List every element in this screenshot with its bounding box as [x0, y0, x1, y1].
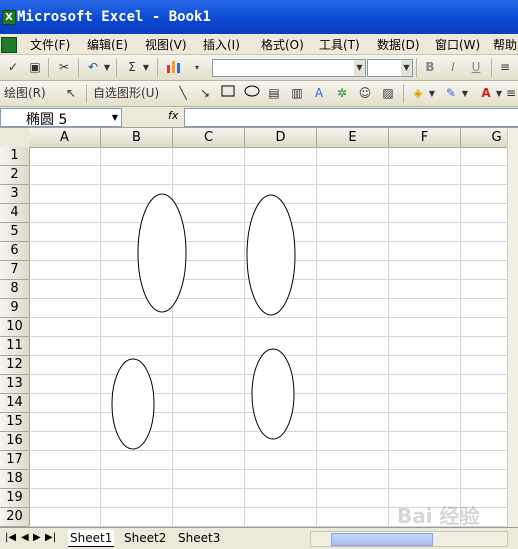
- oval-shape[interactable]: [251, 348, 295, 440]
- drawing-layer: [111, 193, 296, 450]
- line-color-icon[interactable]: ✎: [443, 85, 459, 102]
- last-sheet-icon[interactable]: ▶|: [45, 532, 56, 543]
- chevron-down-icon[interactable]: ▼: [401, 60, 412, 76]
- chevron-down-icon[interactable]: ▼: [112, 113, 118, 122]
- first-sheet-icon[interactable]: |◀: [5, 532, 16, 543]
- menu-edit[interactable]: 编辑(E): [87, 36, 128, 53]
- formula-input[interactable]: [184, 108, 518, 127]
- underline-button[interactable]: U: [468, 59, 484, 76]
- standard-toolbar: ✓ ▣ ✂ ↶ ▼ Σ ▼ ▾ ▼ ▼ B I U ≡: [0, 55, 518, 81]
- picture-icon[interactable]: ▨: [380, 85, 396, 102]
- diagram-icon[interactable]: ✲: [334, 85, 350, 102]
- autoshapes-label: 自选图形(U): [93, 86, 160, 100]
- wordart-icon[interactable]: A: [311, 85, 327, 102]
- font-color-icon[interactable]: A: [478, 85, 494, 102]
- clipart-icon[interactable]: ☺: [357, 85, 373, 102]
- title-bar: X Microsoft Excel - Book1: [0, 0, 518, 34]
- toolbar-options-icon[interactable]: ▾: [192, 59, 202, 76]
- toolbar-separator: [403, 84, 404, 103]
- prev-sheet-icon[interactable]: ◀: [21, 532, 29, 543]
- name-box-value: 椭圆 5: [26, 112, 68, 128]
- sheet-tab-sheet1[interactable]: Sheet1: [68, 530, 115, 547]
- toolbar-separator: [157, 58, 158, 77]
- insert-function-icon[interactable]: fx: [168, 109, 178, 122]
- menu-bar: 文件(F) 编辑(E) 视图(V) 插入(I) 格式(O) 工具(T) 数据(D…: [0, 34, 518, 55]
- line-tool-icon[interactable]: ╲: [176, 85, 190, 102]
- autoshapes-menu-button[interactable]: 自选图形(U) ▾: [93, 85, 168, 117]
- draw-menu-label: 绘图(R): [4, 86, 46, 100]
- arrow-tool-icon[interactable]: ↘: [198, 85, 212, 102]
- menu-view[interactable]: 视图(V): [145, 36, 187, 53]
- oval-tool-icon[interactable]: [243, 85, 261, 102]
- cut-icon[interactable]: ✂: [55, 59, 73, 76]
- undo-icon[interactable]: ↶: [84, 59, 102, 76]
- autosum-dropdown-icon[interactable]: ▼: [142, 59, 150, 76]
- menu-window[interactable]: 窗口(W): [435, 36, 480, 53]
- font-color-dropdown-icon[interactable]: ▼: [495, 85, 503, 102]
- excel-app-icon[interactable]: X: [2, 10, 16, 25]
- menu-data[interactable]: 数据(D): [377, 36, 420, 53]
- fill-color-icon[interactable]: ◈: [410, 85, 426, 102]
- menu-file[interactable]: 文件(F): [30, 36, 70, 53]
- chevron-down-icon[interactable]: ▼: [354, 60, 365, 76]
- font-size-select[interactable]: ▼: [367, 59, 413, 77]
- scrollbar-thumb[interactable]: [331, 533, 433, 546]
- menu-insert[interactable]: 插入(I): [203, 36, 240, 53]
- menu-help[interactable]: 帮助: [493, 36, 517, 53]
- undo-dropdown-icon[interactable]: ▼: [103, 59, 111, 76]
- toolbar-separator: [48, 58, 49, 77]
- menu-format[interactable]: 格式(O): [261, 36, 304, 53]
- window-title: Microsoft Excel - Book1: [17, 9, 211, 25]
- horizontal-scrollbar[interactable]: [310, 531, 508, 547]
- toolbar-separator: [491, 58, 492, 77]
- toolbar-separator: [116, 58, 117, 77]
- toolbar-separator: [416, 58, 417, 77]
- bold-button[interactable]: B: [422, 59, 438, 76]
- name-box[interactable]: 椭圆 5 ▼: [0, 108, 122, 128]
- sheet-tab-sheet3[interactable]: Sheet3: [178, 530, 220, 546]
- formula-bar: 椭圆 5 ▼ fx: [0, 107, 518, 128]
- research-icon[interactable]: ▣: [26, 59, 44, 76]
- menu-tools[interactable]: 工具(T): [319, 36, 360, 53]
- autosum-icon[interactable]: Σ: [124, 59, 140, 76]
- sheet-tab-bar: |◀ ◀ ▶ ▶| Sheet1 Sheet2 Sheet3: [0, 527, 518, 549]
- align-left-icon[interactable]: ≡: [497, 59, 513, 76]
- toolbar-separator: [86, 84, 87, 103]
- select-objects-icon[interactable]: ↖: [64, 85, 78, 102]
- rectangle-tool-icon[interactable]: [220, 85, 236, 102]
- oval-shape[interactable]: [111, 358, 155, 450]
- drawing-toolbar: 绘图(R) ▾ ↖ 自选图形(U) ▾ ╲ ↘ ▤ ▥ A ✲ ☺ ▨ ◈ ▼ …: [0, 81, 518, 117]
- textbox-tool-icon[interactable]: ▤: [266, 85, 282, 102]
- watermark-text: Bai 经验: [397, 504, 480, 528]
- sheet-tab-sheet2[interactable]: Sheet2: [124, 530, 166, 546]
- vertical-scrollbar[interactable]: [507, 128, 518, 527]
- spelling-icon[interactable]: ✓: [4, 59, 22, 76]
- next-sheet-icon[interactable]: ▶: [33, 532, 41, 543]
- italic-button[interactable]: I: [445, 59, 461, 76]
- font-name-select[interactable]: ▼: [212, 59, 366, 77]
- fill-color-dropdown-icon[interactable]: ▼: [428, 85, 436, 102]
- draw-menu-button[interactable]: 绘图(R) ▾: [4, 85, 54, 117]
- worksheet-grid[interactable]: ABCDEFG 1 2 3 4 5 6 7 8 9 10 11 12 13 14 15 16 17 18 19 20: [0, 128, 518, 527]
- workbook-icon[interactable]: [1, 37, 17, 53]
- oval-shape[interactable]: [137, 193, 187, 313]
- line-style-icon[interactable]: ≡: [506, 85, 516, 102]
- chart-wizard-icon[interactable]: [164, 59, 184, 76]
- line-color-dropdown-icon[interactable]: ▼: [461, 85, 469, 102]
- oval-shape[interactable]: [246, 194, 296, 316]
- toolbar-separator: [78, 58, 79, 77]
- vertical-textbox-icon[interactable]: ▥: [289, 85, 305, 102]
